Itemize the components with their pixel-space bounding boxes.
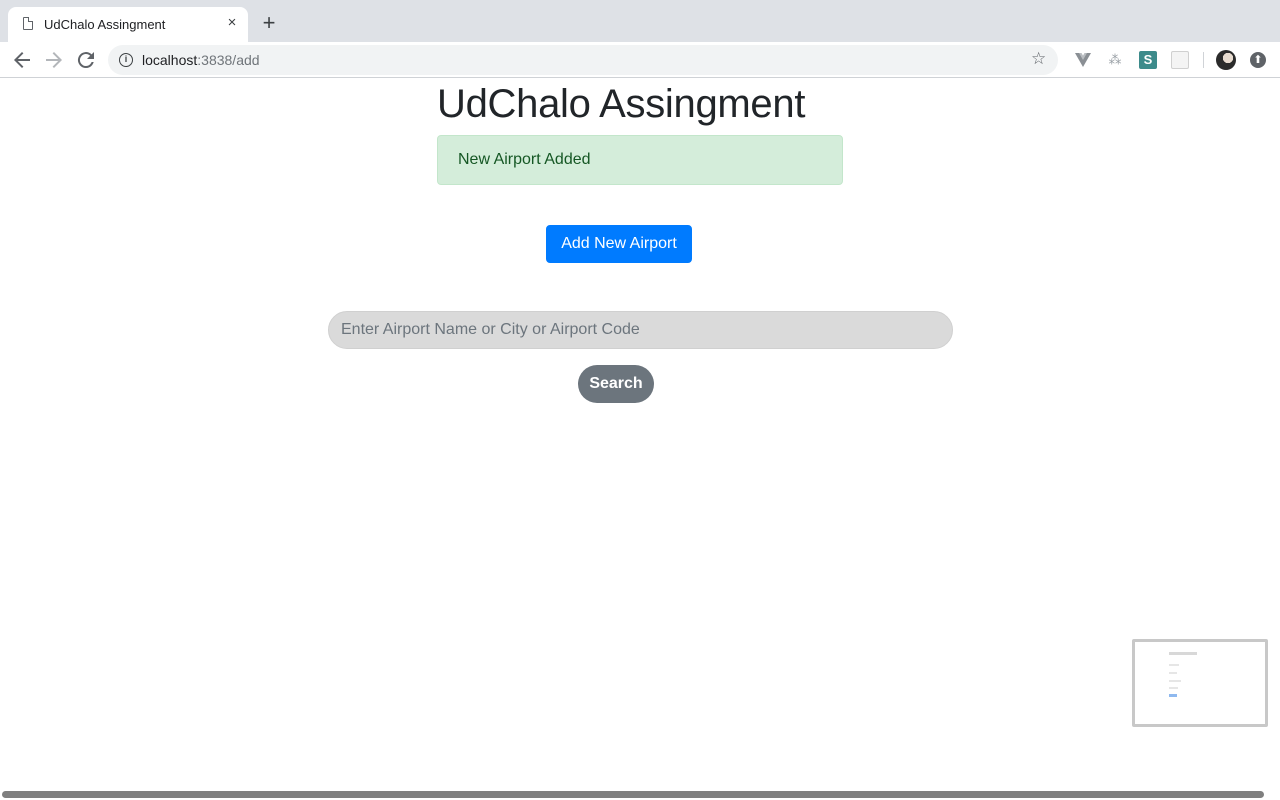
add-new-airport-button[interactable]: Add New Airport [546,225,692,263]
page-title: UdChalo Assingment [437,82,806,126]
success-alert: New Airport Added [437,135,843,185]
page-icon [23,17,33,30]
preview-line [1169,672,1177,674]
url-text[interactable]: localhost:3838/add [142,52,260,68]
preview-heading [1169,652,1197,655]
preview-line [1169,687,1178,689]
airport-search-input[interactable] [328,311,953,349]
toolbar-divider [1203,52,1204,68]
screenshot-preview-thumbnail[interactable] [1132,639,1268,727]
grid-extension-icon[interactable] [1171,51,1189,69]
back-icon[interactable] [10,48,34,72]
search-button[interactable]: Search [578,365,654,403]
browser-tab[interactable]: UdChalo Assingment × [8,7,248,42]
vuejs-extension-icon[interactable] [1074,51,1092,69]
new-tab-icon[interactable]: + [258,12,280,34]
s-extension-icon[interactable]: S [1139,51,1157,69]
preview-line [1169,664,1179,666]
reload-icon[interactable] [74,48,98,72]
tab-close-icon[interactable]: × [223,14,241,32]
tab-strip: UdChalo Assingment × + [0,0,1280,42]
site-info-icon[interactable]: i [119,53,133,67]
update-icon[interactable]: ⬆ [1250,52,1266,68]
horizontal-scrollbar[interactable] [2,791,1264,798]
tab-title: UdChalo Assingment [44,17,166,32]
url-host: localhost [142,52,198,68]
preview-button [1169,694,1177,697]
tree-extension-icon[interactable]: ⁂ [1106,51,1124,69]
bookmark-star-icon[interactable]: ☆ [1031,49,1046,69]
preview-line [1169,680,1181,682]
address-bar[interactable]: i localhost:3838/add ☆ [108,45,1058,75]
url-path: :3838/add [197,52,260,68]
profile-avatar[interactable] [1216,50,1236,70]
browser-toolbar: i localhost:3838/add ☆ ⁂ S ⬆ [0,42,1280,78]
forward-icon[interactable] [42,48,66,72]
